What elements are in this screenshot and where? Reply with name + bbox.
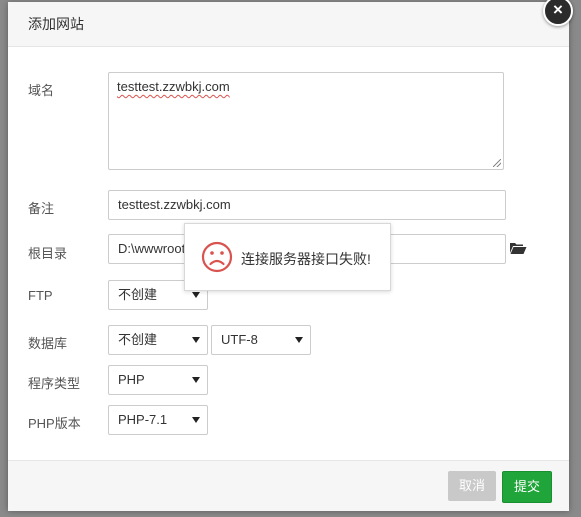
cancel-button[interactable]: 取消 — [448, 471, 497, 501]
chevron-down-icon — [192, 337, 200, 343]
database-label: 数据库 — [28, 336, 68, 351]
chevron-down-icon — [192, 417, 200, 423]
toast-message: 连接服务器接口失败! — [241, 251, 371, 267]
database-select-value: 不创建 — [118, 332, 158, 347]
database-select[interactable]: 不创建 — [108, 325, 208, 355]
root-dir-label: 根目录 — [28, 246, 68, 261]
dialog-footer: 取消 提交 — [8, 460, 569, 511]
remark-input[interactable]: testtest.zzwbkj.com — [108, 190, 506, 220]
charset-select[interactable]: UTF-8 — [211, 325, 311, 355]
php-version-label: PHP版本 — [28, 416, 81, 431]
error-toast: 连接服务器接口失败! — [184, 223, 391, 291]
ftp-label: FTP — [28, 288, 53, 303]
domain-text: testtest.zzwbkj.com — [117, 79, 230, 94]
program-type-select-value: PHP — [118, 372, 145, 387]
program-type-select[interactable]: PHP — [108, 365, 208, 395]
chevron-down-icon — [295, 337, 303, 343]
chevron-down-icon — [192, 377, 200, 383]
php-version-select-value: PHP-7.1 — [118, 412, 168, 427]
domain-textarea[interactable]: testtest.zzwbkj.com — [108, 72, 504, 170]
php-version-select[interactable]: PHP-7.1 — [108, 405, 208, 435]
sad-face-icon — [201, 241, 233, 273]
resize-handle-icon[interactable] — [493, 159, 501, 167]
folder-open-icon[interactable] — [509, 241, 527, 255]
program-type-label: 程序类型 — [28, 376, 81, 391]
ftp-select-value: 不创建 — [118, 287, 158, 302]
add-site-dialog: 添加网站 × 域名 testtest.zzwbkj.com 备注 testtes… — [8, 0, 573, 511]
charset-select-value: UTF-8 — [221, 332, 258, 347]
domain-label: 域名 — [28, 83, 55, 98]
chevron-down-icon — [192, 292, 200, 298]
submit-button[interactable]: 提交 — [502, 471, 553, 503]
remark-label: 备注 — [28, 201, 55, 216]
dialog-title: 添加网站 — [8, 2, 569, 47]
